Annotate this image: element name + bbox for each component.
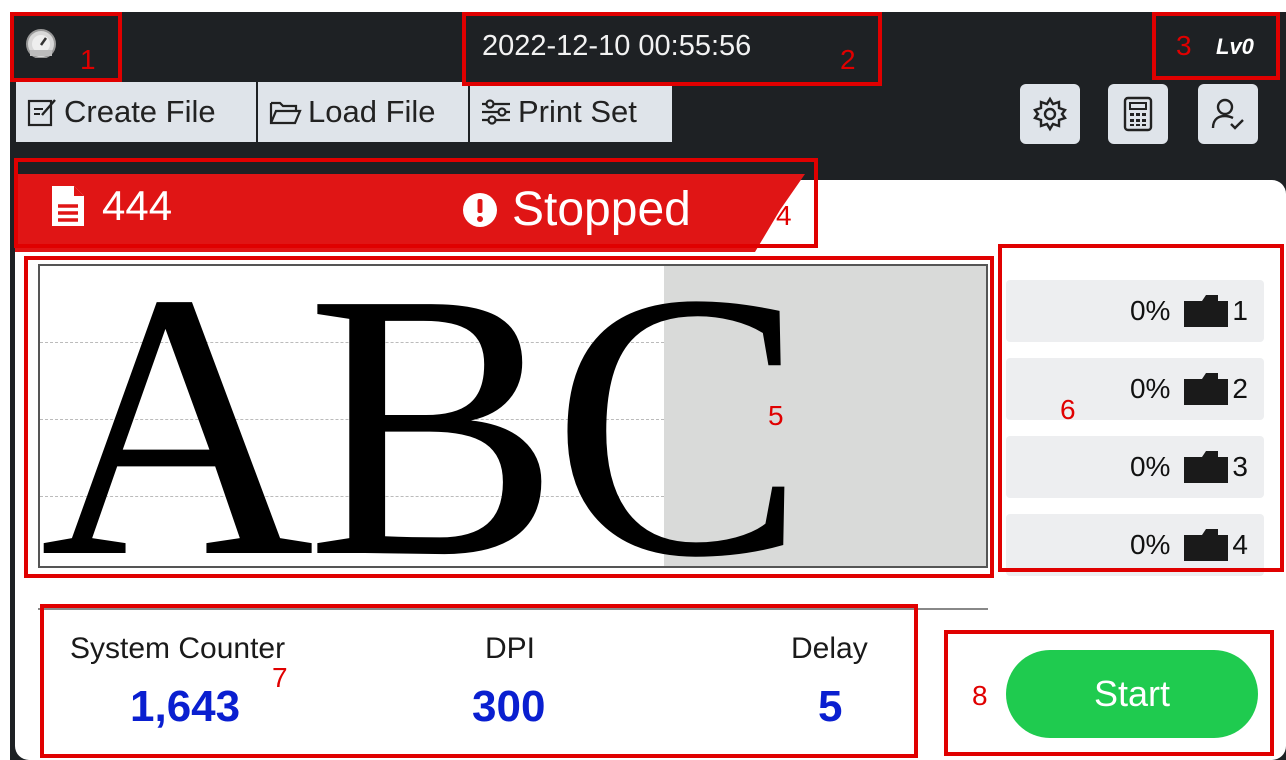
annotation-number: 1 — [80, 44, 96, 75]
user-check-icon — [1211, 98, 1244, 130]
edit-file-icon — [27, 99, 56, 127]
annotation-box — [40, 604, 918, 758]
annotation-box — [24, 256, 994, 578]
tab-label: Print Set — [518, 94, 637, 129]
annotation-number: 6 — [1060, 394, 1076, 425]
annotation-number: 3 — [1176, 30, 1192, 61]
annotation-box — [998, 244, 1284, 572]
folder-open-icon — [269, 101, 302, 125]
tab-label: Create File — [64, 94, 216, 129]
gear-icon — [1033, 96, 1067, 132]
tab-load-file[interactable]: Load File — [258, 82, 468, 142]
annotation-box — [1152, 12, 1280, 80]
calculator-button[interactable] — [1108, 84, 1168, 144]
settings-button[interactable] — [1020, 84, 1080, 144]
annotation-box — [944, 630, 1274, 756]
sliders-icon — [482, 99, 510, 125]
calculator-icon — [1123, 96, 1153, 132]
annotation-number: 7 — [272, 662, 288, 693]
annotation-box — [14, 158, 818, 248]
annotation-box — [462, 12, 882, 86]
annotation-number: 4 — [776, 200, 792, 231]
user-button[interactable] — [1198, 84, 1258, 144]
tab-label: Load File — [308, 94, 436, 129]
annotation-number: 2 — [840, 44, 856, 75]
annotation-box — [10, 12, 122, 82]
annotation-number: 8 — [972, 680, 988, 711]
tab-create-file[interactable]: Create File — [16, 82, 256, 142]
tab-print-set[interactable]: Print Set — [470, 82, 672, 142]
annotation-number: 5 — [768, 400, 784, 431]
